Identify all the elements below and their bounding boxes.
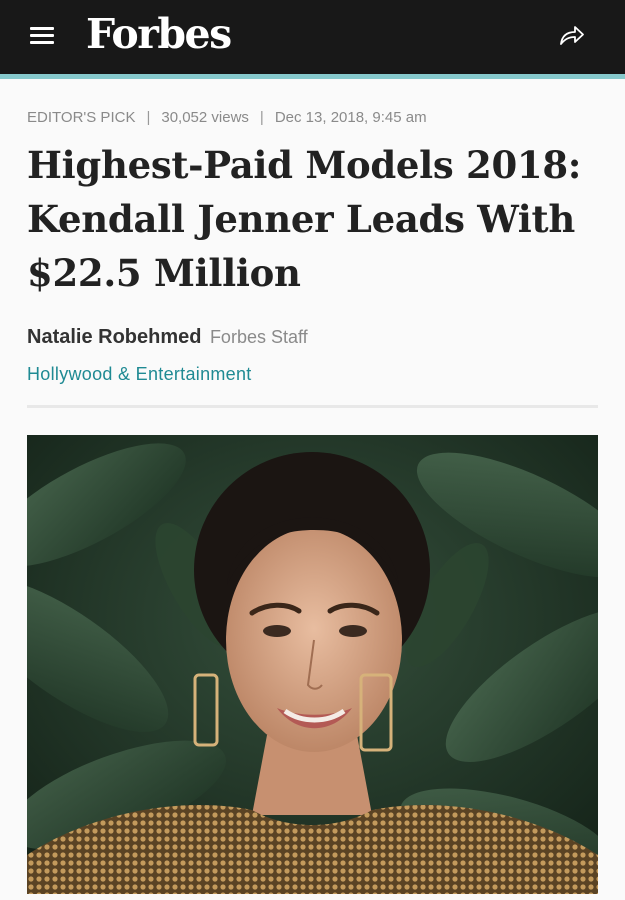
author-role: Forbes Staff	[209, 327, 308, 347]
share-arrow-icon[interactable]	[557, 22, 587, 50]
top-navigation-bar: Forbes	[0, 0, 625, 74]
view-count: 30,052 views	[161, 109, 249, 126]
channel-link[interactable]: Hollywood & Entertainment	[27, 362, 252, 386]
article-headline: Highest-Paid Models 2018: Kendall Jenner…	[27, 138, 607, 300]
meta-separator: |	[259, 109, 264, 126]
hero-image	[27, 435, 598, 894]
headline-line: $22.5 Million	[27, 251, 301, 295]
publish-date: Dec 13, 2018, 9:45 am	[274, 109, 427, 126]
headline-line: Highest-Paid Models 2018:	[27, 143, 582, 187]
editors-pick-label: EDITOR'S PICK	[27, 109, 136, 126]
hero-photo-illustration	[27, 435, 598, 894]
section-divider	[27, 405, 598, 408]
author-name-link[interactable]: Natalie Robehmed	[27, 326, 201, 348]
article-meta: EDITOR'S PICK | 30,052 views | Dec 13, 2018,…	[27, 108, 427, 128]
forbes-logo[interactable]: Forbes	[86, 4, 232, 64]
byline: Natalie Robehmed Forbes Staff	[27, 325, 308, 349]
header-accent-stripe	[0, 74, 625, 79]
meta-separator: |	[146, 109, 151, 126]
headline-line: Kendall Jenner Leads With	[27, 197, 575, 241]
hamburger-menu-icon[interactable]	[27, 23, 57, 47]
